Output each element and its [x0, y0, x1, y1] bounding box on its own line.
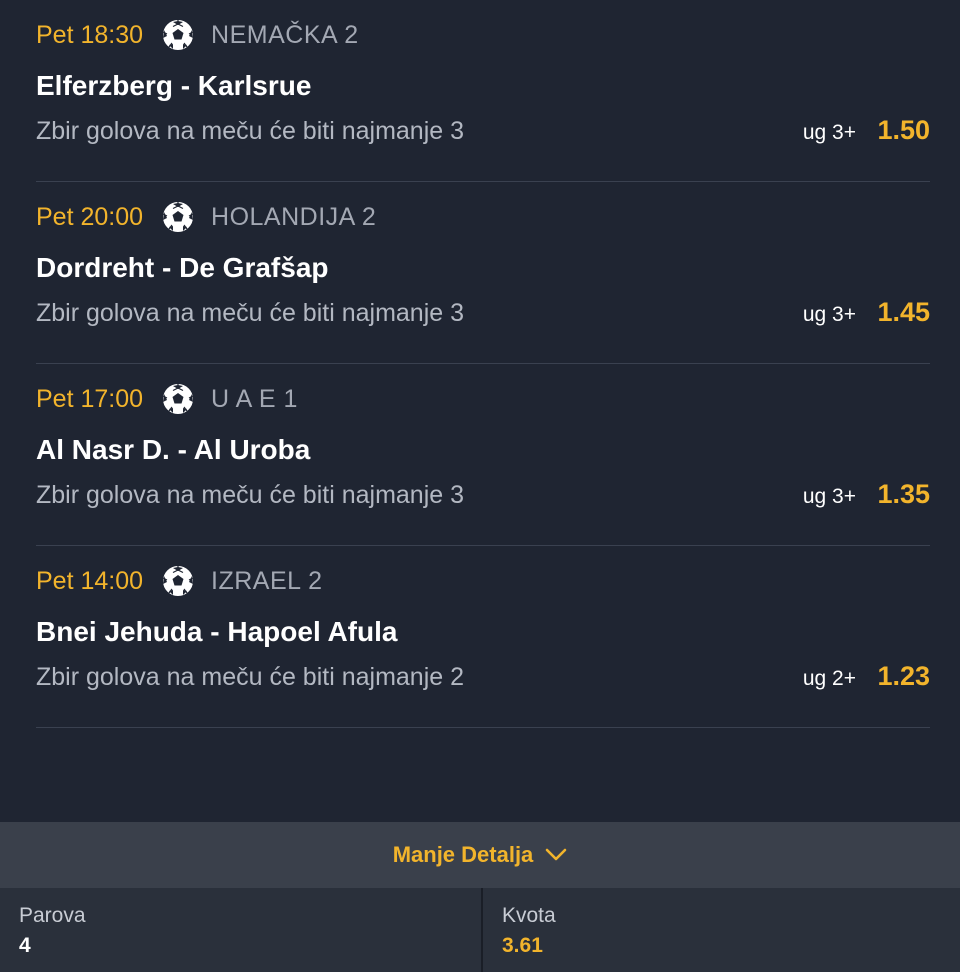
- match-teams: Al Nasr D. - Al Uroba: [36, 434, 311, 465]
- soccer-ball-icon: [162, 565, 195, 597]
- pairs-count-cell: Parova 4: [0, 888, 483, 972]
- soccer-ball-icon: [162, 201, 195, 233]
- match-league: NEMAČKA 2: [211, 20, 359, 49]
- match-teams: Bnei Jehuda - Hapoel Afula: [36, 616, 398, 647]
- match-pick: ug 3+: [802, 121, 856, 144]
- match-league: IZRAEL 2: [211, 566, 323, 595]
- match-time: Pet 20:00: [36, 202, 144, 231]
- match-header: Pet 14:00 IZRAEL 2: [36, 562, 322, 600]
- match-league: HOLANDIJA 2: [211, 202, 377, 231]
- less-details-button[interactable]: Manje Detalja: [0, 822, 960, 888]
- match-teams: Elferzberg - Karlsrue: [36, 70, 312, 101]
- less-details-label: Manje Detalja: [392, 842, 534, 867]
- match-pick: ug 3+: [802, 303, 856, 326]
- match-market: Zbir golova na meču će biti najmanje 3: [36, 299, 465, 327]
- match-pick: ug 2+: [802, 667, 856, 690]
- match-league: U A E 1: [211, 384, 298, 413]
- ticket-summary: Parova 4 Kvota 3.61: [0, 888, 960, 972]
- pairs-label: Parova: [19, 904, 86, 927]
- pairs-value: 4: [19, 934, 31, 957]
- match-header: Pet 18:30 NEMAČKA 2: [36, 16, 359, 54]
- match-odd: 1.45: [877, 297, 930, 327]
- soccer-ball-icon: [162, 19, 195, 51]
- match-odd: 1.50: [877, 115, 930, 145]
- match-item[interactable]: Pet 17:00 U A E 1 Al Nasr D. - Al Uroba …: [36, 364, 930, 546]
- match-header: Pet 17:00 U A E 1: [36, 380, 298, 418]
- match-market: Zbir golova na meču će biti najmanje 3: [36, 481, 465, 509]
- match-odd: 1.35: [877, 479, 930, 509]
- total-odds-cell: Kvota 3.61: [483, 888, 960, 972]
- match-time: Pet 18:30: [36, 20, 144, 49]
- chevron-down-icon: [545, 848, 567, 861]
- match-teams: Dordreht - De Grafšap: [36, 252, 329, 283]
- match-header: Pet 20:00 HOLANDIJA 2: [36, 198, 376, 236]
- odds-value: 3.61: [502, 934, 543, 957]
- match-market: Zbir golova na meču će biti najmanje 3: [36, 117, 465, 145]
- match-time: Pet 14:00: [36, 566, 144, 595]
- soccer-ball-icon: [162, 383, 195, 415]
- match-time: Pet 17:00: [36, 384, 144, 413]
- odds-label: Kvota: [502, 904, 556, 927]
- match-market: Zbir golova na meču će biti najmanje 2: [36, 663, 465, 691]
- match-item[interactable]: Pet 20:00 HOLANDIJA 2 Dordreht - De Graf…: [36, 182, 930, 364]
- match-odd: 1.23: [877, 661, 930, 691]
- match-item[interactable]: Pet 18:30 NEMAČKA 2 Elferzberg - Karlsru…: [36, 0, 930, 182]
- match-item[interactable]: Pet 14:00 IZRAEL 2 Bnei Jehuda - Hapoel …: [36, 546, 930, 728]
- match-pick: ug 3+: [802, 485, 856, 508]
